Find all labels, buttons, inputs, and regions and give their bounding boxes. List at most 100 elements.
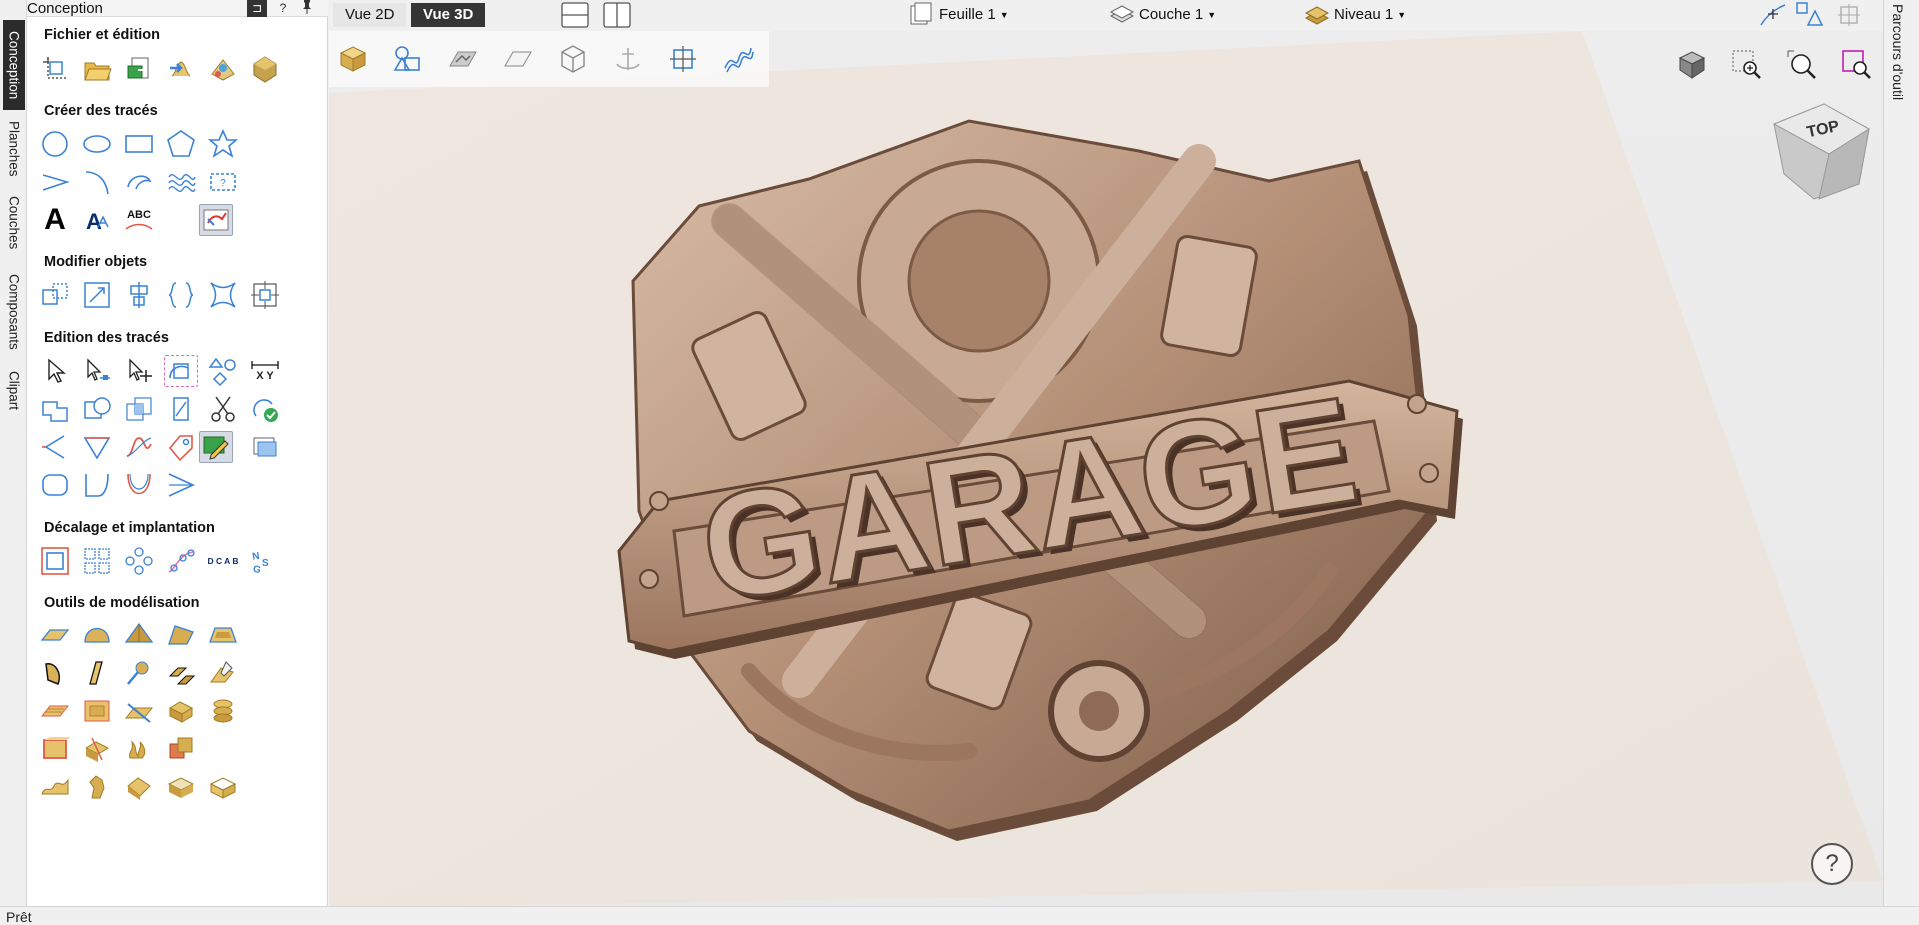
vtab-clipart[interactable]: Clipart <box>3 366 25 416</box>
extrude-icon[interactable] <box>80 657 114 689</box>
toolpath-preview-icon[interactable] <box>663 39 703 79</box>
bitmap-crop-icon[interactable] <box>248 431 282 463</box>
distort-object-icon[interactable] <box>206 279 240 311</box>
help-button[interactable]: ? <box>273 0 293 17</box>
angled-shape-icon[interactable] <box>164 619 198 651</box>
view-cube[interactable]: TOP <box>1764 99 1874 209</box>
curve-fit-icon[interactable] <box>122 431 156 463</box>
help-circle-button[interactable]: ? <box>1811 843 1853 885</box>
extend-vector-icon[interactable] <box>80 431 114 463</box>
two-rail-sweep-icon[interactable] <box>38 657 72 689</box>
circle-tool-icon[interactable] <box>38 128 72 160</box>
align-objects-icon[interactable] <box>122 279 156 311</box>
snap-point-icon[interactable] <box>1757 1 1787 29</box>
pyramid-shape-icon[interactable] <box>122 619 156 651</box>
import-vector-icon[interactable] <box>122 53 156 85</box>
tab-vue-3d[interactable]: Vue 3D <box>411 3 486 27</box>
tilt-component-icon[interactable] <box>80 733 114 765</box>
iso-view-icon[interactable] <box>1672 45 1712 85</box>
emboss-icon[interactable] <box>122 771 156 803</box>
spin-shape-icon[interactable] <box>122 657 156 689</box>
split-horizontal-icon[interactable] <box>560 1 590 29</box>
toolpath-side-tab[interactable]: Parcours d'outil <box>1883 0 1919 906</box>
dimension-xy-icon[interactable]: X Y <box>248 355 282 387</box>
sculpt-figure-icon[interactable] <box>80 771 114 803</box>
smooth-vector-icon[interactable] <box>164 469 198 501</box>
nesting-icon[interactable]: D C A B <box>206 545 240 577</box>
tab-vue-2d[interactable]: Vue 2D <box>333 3 407 27</box>
edit-bitmap-icon[interactable] <box>199 431 233 463</box>
wave-tool-icon[interactable] <box>164 166 198 198</box>
intersect-shapes-icon[interactable] <box>122 393 156 425</box>
create-shape-icon[interactable] <box>38 619 72 651</box>
texture-area-icon[interactable] <box>38 695 72 727</box>
slice-model-icon[interactable] <box>122 695 156 727</box>
circular-array-icon[interactable] <box>122 545 156 577</box>
sheet-dropdown[interactable]: Feuille 1 ▼ <box>909 2 1009 27</box>
level-dropdown[interactable]: Niveau 1 ▼ <box>1304 3 1406 27</box>
group-shapes-icon[interactable] <box>206 355 240 387</box>
split-vertical-icon[interactable] <box>602 1 632 29</box>
nest-parts-icon[interactable]: NSG <box>248 545 282 577</box>
boolean-component-icon[interactable] <box>164 733 198 765</box>
text-auto-layout-icon[interactable]: A <box>80 204 114 236</box>
job-setup-icon[interactable] <box>38 53 72 85</box>
stack-components-icon[interactable] <box>206 695 240 727</box>
polygon-tool-icon[interactable] <box>164 128 198 160</box>
array-copy-icon[interactable] <box>80 545 114 577</box>
smooth-relief-icon[interactable] <box>164 771 198 803</box>
sculpt-icon[interactable] <box>206 657 240 689</box>
rectangle-tool-icon[interactable] <box>122 128 156 160</box>
anchor-icon[interactable] <box>608 39 648 79</box>
import-component-icon[interactable] <box>164 53 198 85</box>
reset-relief-icon[interactable] <box>206 771 240 803</box>
toolpath-wave-icon[interactable] <box>718 39 758 79</box>
u-curve-icon[interactable] <box>122 469 156 501</box>
center-object-icon[interactable] <box>248 279 282 311</box>
3d-viewport[interactable]: GARAGE GARAGE TOP ? <box>329 31 1883 906</box>
move-object-icon[interactable] <box>38 279 72 311</box>
scissors-icon[interactable] <box>206 393 240 425</box>
show-bitmap-icon[interactable] <box>443 39 483 79</box>
open-file-icon[interactable] <box>80 53 114 85</box>
trace-bitmap-icon[interactable] <box>199 204 233 236</box>
snap-grid-icon[interactable] <box>1835 1 1865 29</box>
text-on-curve-icon[interactable]: ABC <box>122 204 156 236</box>
3d-model-icon[interactable] <box>248 53 282 85</box>
zoom-selection-icon[interactable] <box>1837 45 1877 85</box>
merge-component-icon[interactable] <box>38 733 72 765</box>
node-edit-icon[interactable] <box>80 355 114 387</box>
mirror-object-icon[interactable] <box>164 279 198 311</box>
vtab-couches[interactable]: Couches <box>3 190 25 256</box>
weld-shapes-icon[interactable] <box>38 393 72 425</box>
chamfer-icon[interactable] <box>38 431 72 463</box>
vtab-composants[interactable]: Composants <box>3 264 25 360</box>
solid-view-icon[interactable] <box>333 39 373 79</box>
layer-dropdown[interactable]: Couche 1 ▼ <box>1109 3 1216 27</box>
vtab-conception[interactable]: Conception <box>3 20 25 110</box>
dashed-rectangle-icon[interactable]: ? <box>206 166 240 198</box>
spline-tool-icon[interactable] <box>122 166 156 198</box>
offset-vector-icon[interactable] <box>38 545 72 577</box>
collapse-panel-button[interactable]: ⊐ <box>247 0 267 17</box>
close-vectors-icon[interactable] <box>248 393 282 425</box>
show-material-icon[interactable] <box>498 39 538 79</box>
line-join-icon[interactable] <box>80 469 114 501</box>
scale-object-icon[interactable] <box>80 279 114 311</box>
wave-relief-icon[interactable] <box>38 771 72 803</box>
interactive-trim-icon[interactable] <box>164 355 198 387</box>
copy-along-vector-icon[interactable] <box>164 545 198 577</box>
flame-texture-icon[interactable] <box>122 733 156 765</box>
vtab-planches[interactable]: Planches <box>3 116 25 182</box>
revolve-icon[interactable] <box>164 657 198 689</box>
transform-icon[interactable] <box>122 355 156 387</box>
dome-shape-icon[interactable] <box>80 619 114 651</box>
select-tool-icon[interactable] <box>38 355 72 387</box>
fade-object-icon[interactable] <box>80 695 114 727</box>
text-tool-icon[interactable]: A <box>38 203 72 236</box>
pin-icon[interactable] <box>297 0 317 17</box>
zoom-extents-icon[interactable] <box>1782 45 1822 85</box>
polyline-tool-icon[interactable] <box>38 166 72 198</box>
plateau-shape-icon[interactable] <box>206 619 240 651</box>
star-tool-icon[interactable] <box>206 128 240 160</box>
